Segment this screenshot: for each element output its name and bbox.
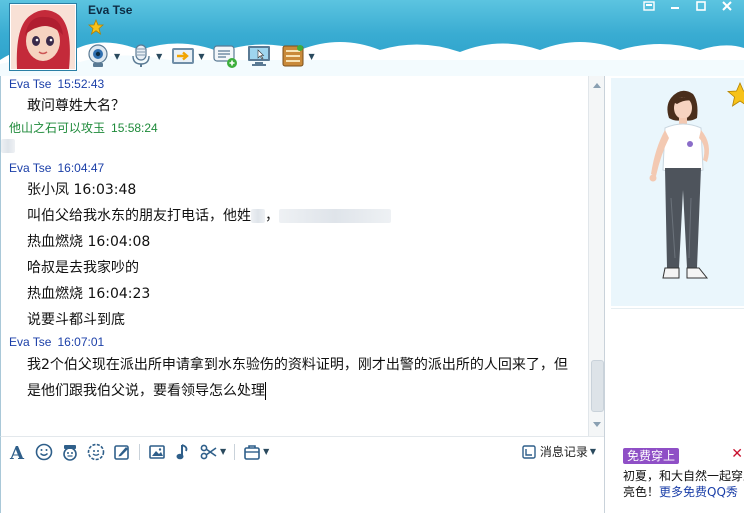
- message-text: 哈叔是去我家吵的: [27, 260, 139, 276]
- message-time: 16:04:47: [57, 161, 105, 175]
- edit-icon: [114, 444, 129, 460]
- emoji-button[interactable]: [35, 443, 53, 461]
- apps-icon: [282, 45, 304, 67]
- toolbox-icon: [244, 444, 260, 460]
- chevron-down-icon: ▼: [589, 447, 596, 456]
- history-label: 消息记录: [539, 445, 588, 459]
- minimize-icon[interactable]: [664, 0, 686, 12]
- graffiti-button[interactable]: [87, 443, 105, 461]
- message-text-empty: [1, 138, 589, 160]
- message-time: 15:52:43: [57, 77, 105, 91]
- chevron-down-icon[interactable]: ▼: [263, 447, 269, 456]
- font-icon: A: [9, 443, 25, 461]
- chat-history[interactable]: Eva Tse 15:52:43 敢问尊姓大名？ 他山之石可以攻玉 15:58:24…: [0, 76, 589, 436]
- ad-text-line2: 亮色！更多免费QQ秀: [623, 483, 738, 500]
- window-controls: [638, 0, 738, 12]
- message-header: Eva Tse 15:52:43: [9, 76, 589, 94]
- magic-emoji-button[interactable]: [61, 443, 79, 461]
- image-icon: [149, 444, 165, 459]
- message-text: 张小凤 16:03:48: [27, 182, 137, 198]
- sender-name: Eva Tse: [9, 335, 52, 349]
- file-transfer-icon: [172, 48, 195, 64]
- scrollbar-thumb[interactable]: [591, 360, 604, 412]
- image-button[interactable]: [148, 443, 166, 461]
- ad-badge[interactable]: 免费穿上: [623, 448, 680, 464]
- qq-show-ad[interactable]: 免费穿上 ✕ 初夏，和大自然一起穿上 亮色！更多免费QQ秀: [611, 446, 744, 513]
- message-input[interactable]: [0, 466, 604, 513]
- star-badge-icon: [727, 82, 744, 107]
- toolbar-separator: [234, 443, 236, 460]
- message-text: 我2个伯父现在派出所申请拿到水东验伤的资料证明，刚才出警的派出所的人回来了，但是…: [27, 352, 577, 404]
- redacted-content: [279, 209, 391, 223]
- apps-button[interactable]: ▼: [280, 43, 315, 69]
- history-icon: [522, 444, 536, 459]
- qq-show-character-icon: [611, 78, 744, 306]
- maximize-icon[interactable]: [690, 0, 712, 12]
- emoji-icon: [35, 443, 53, 460]
- sender-name: 他山之石可以攻玉: [9, 121, 106, 135]
- message-time: 15:58:24: [111, 121, 158, 135]
- file-transfer-button[interactable]: ▼: [170, 43, 204, 69]
- voice-call-icon: [132, 44, 150, 67]
- edit-button[interactable]: [113, 443, 131, 461]
- remote-assist-button[interactable]: [246, 43, 272, 69]
- multi-chat-icon: [213, 45, 238, 68]
- ad-close-icon[interactable]: ✕: [731, 446, 743, 462]
- message-text-part: 叫伯父给我水东的朋友打电话，他姓: [27, 208, 251, 224]
- star-level-icon: [88, 19, 104, 35]
- message-text: 热血燃烧 16:04:08: [27, 234, 151, 250]
- contact-name: Eva Tse: [88, 3, 133, 17]
- redacted-content: [1, 139, 15, 153]
- contact-avatar[interactable]: [10, 4, 76, 70]
- qq-show-panel: 免费穿上 ✕ 初夏，和大自然一起穿上 亮色！更多免费QQ秀: [604, 76, 744, 513]
- chat-scrollbar[interactable]: [588, 76, 605, 436]
- skin-icon[interactable]: [638, 0, 660, 12]
- message-header: Eva Tse 16:07:01: [9, 334, 589, 352]
- video-call-button[interactable]: ▼: [86, 43, 120, 69]
- message-text: 敢问尊姓大名？: [27, 98, 125, 114]
- music-button[interactable]: [174, 443, 192, 461]
- message-history-button[interactable]: 消息记录 ▼: [522, 443, 596, 460]
- ad-text-prefix: 亮色！: [623, 485, 660, 499]
- qq-show-avatar-area[interactable]: [611, 78, 744, 306]
- graffiti-icon: [87, 443, 105, 460]
- message-header: 他山之石可以攻玉 15:58:24: [9, 120, 589, 138]
- music-icon: [176, 443, 188, 459]
- message-text-part: ，: [265, 208, 279, 224]
- sender-name: Eva Tse: [9, 77, 52, 91]
- redacted-content: [251, 209, 265, 223]
- screenshot-button[interactable]: ▼: [200, 443, 226, 461]
- remote-assist-icon: [248, 46, 271, 66]
- avatar-girl-icon: [11, 5, 75, 69]
- multi-chat-button[interactable]: [212, 43, 238, 69]
- chevron-down-icon[interactable]: ▼: [220, 447, 226, 456]
- message-text-part: 我2个伯父现在派出所申请拿到水东验伤的资料证明，刚才出警的派出所的人回来了，但是…: [27, 357, 568, 399]
- toolbox-button[interactable]: ▼: [243, 443, 269, 461]
- close-icon[interactable]: [716, 0, 738, 12]
- text-cursor: [265, 382, 266, 400]
- scroll-down-arrow-icon[interactable]: [589, 418, 605, 432]
- font-button[interactable]: A: [9, 443, 27, 461]
- message-text: 热血燃烧 16:04:23: [27, 286, 151, 302]
- screenshot-scissors-icon: [200, 444, 217, 459]
- chat-window-header: Eva Tse ▼ ▼ ▼ ▼: [0, 0, 744, 76]
- qq-show-blank-area: [611, 308, 744, 445]
- input-toolbar: A ▼ ▼ 消息记录 ▼: [0, 436, 604, 466]
- sender-name: Eva Tse: [9, 161, 52, 175]
- scroll-up-arrow-icon[interactable]: [589, 78, 605, 92]
- magic-emoji-icon: [63, 444, 77, 461]
- chat-toolbar: ▼ ▼ ▼ ▼: [86, 40, 323, 72]
- ad-text: 初夏，和大自然一起穿上: [623, 469, 744, 483]
- message-text: 说要斗都斗到底: [27, 312, 125, 328]
- message-time: 16:07:01: [57, 335, 105, 349]
- toolbar-separator: [139, 443, 140, 460]
- video-call-icon: [88, 44, 108, 67]
- message-header: Eva Tse 16:04:47: [9, 160, 589, 178]
- voice-call-button[interactable]: ▼: [128, 43, 162, 69]
- message-text: 叫伯父给我水东的朋友打电话，他姓 ，: [27, 204, 589, 230]
- svg-text:A: A: [9, 443, 25, 461]
- ad-link[interactable]: 更多免费QQ秀: [659, 485, 738, 499]
